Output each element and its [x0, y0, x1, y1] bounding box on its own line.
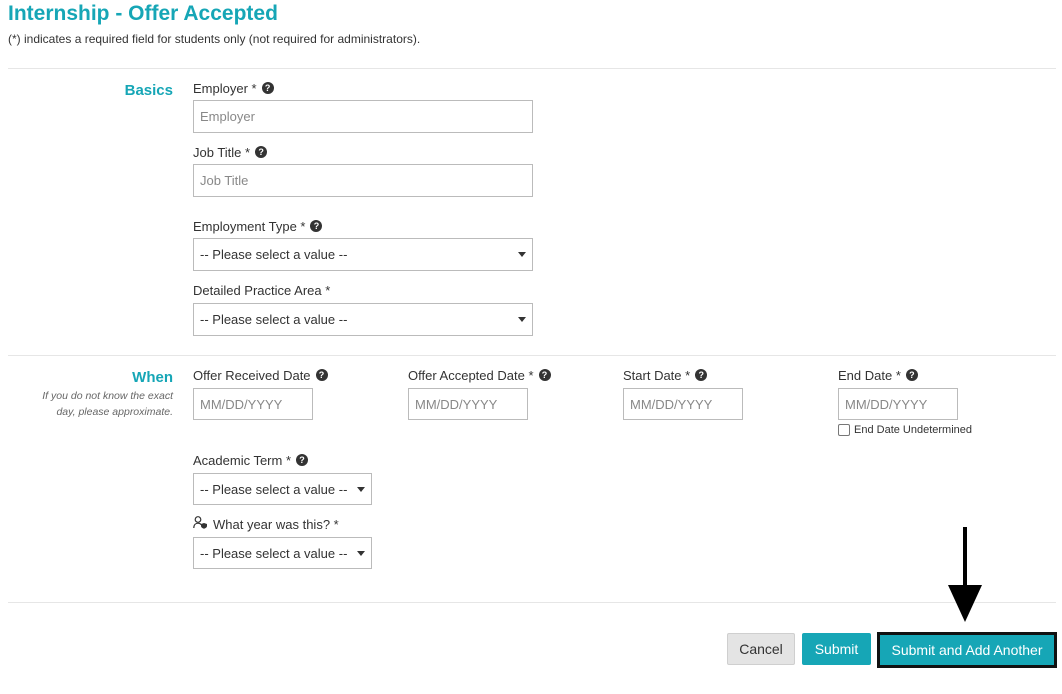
caret-down-icon — [518, 317, 526, 322]
question-circle-icon[interactable]: ? — [310, 220, 323, 232]
divider — [8, 355, 1056, 356]
caret-down-icon — [518, 252, 526, 257]
submit-button[interactable]: Submit — [802, 633, 871, 665]
job-title-label: Job Title * ? — [193, 144, 268, 160]
practice-area-select[interactable]: -- Please select a value -- — [193, 303, 533, 336]
employer-input[interactable] — [193, 100, 533, 133]
question-circle-icon[interactable]: ? — [261, 82, 274, 94]
section-label-when: When — [132, 369, 173, 386]
offer-accepted-label: Offer Accepted Date * ? — [408, 367, 551, 383]
offer-accepted-date-input[interactable] — [408, 388, 528, 420]
down-arrow-annotation — [948, 527, 982, 622]
section-label-basics: Basics — [124, 82, 173, 99]
employer-label: Employer * ? — [193, 80, 274, 96]
end-date-undetermined: End Date Undetermined — [838, 424, 972, 436]
academic-term-select[interactable]: -- Please select a value -- — [193, 473, 372, 505]
submit-and-add-another-button[interactable]: Submit and Add Another — [877, 632, 1057, 668]
caret-down-icon — [357, 486, 365, 492]
required-note: (*) indicates a required field for stude… — [8, 32, 421, 46]
divider — [8, 68, 1056, 69]
question-circle-icon[interactable]: ? — [296, 454, 309, 466]
divider — [8, 602, 1056, 603]
question-circle-icon[interactable]: ? — [255, 146, 268, 158]
start-date-input[interactable] — [623, 388, 743, 420]
user-shield-icon — [193, 516, 208, 532]
job-title-input[interactable] — [193, 164, 533, 197]
question-circle-icon[interactable]: ? — [695, 369, 708, 381]
question-circle-icon[interactable]: ? — [538, 369, 551, 381]
end-date-input[interactable] — [838, 388, 958, 420]
cancel-button[interactable]: Cancel — [727, 633, 795, 665]
end-date-undetermined-label: End Date Undetermined — [854, 424, 973, 436]
employment-type-select[interactable]: -- Please select a value -- — [193, 238, 533, 271]
employment-type-label: Employment Type * ? — [193, 218, 323, 234]
caret-down-icon — [357, 550, 365, 556]
end-date-undetermined-checkbox[interactable] — [838, 424, 850, 436]
page-title: Internship - Offer Accepted — [8, 2, 278, 25]
offer-received-label: Offer Received Date ? — [193, 367, 328, 383]
offer-received-date-input[interactable] — [193, 388, 313, 420]
year-label: What year was this? * — [193, 516, 339, 532]
section-hint: If you do not know the exact day, please… — [42, 390, 173, 418]
practice-area-label: Detailed Practice Area * — [193, 282, 331, 298]
start-date-label: Start Date * ? — [623, 367, 708, 383]
question-circle-icon[interactable]: ? — [905, 369, 918, 381]
end-date-label: End Date * ? — [838, 367, 918, 383]
question-circle-icon[interactable]: ? — [315, 369, 328, 381]
year-select[interactable]: -- Please select a value -- — [193, 537, 372, 569]
academic-term-label: Academic Term * ? — [193, 452, 309, 468]
